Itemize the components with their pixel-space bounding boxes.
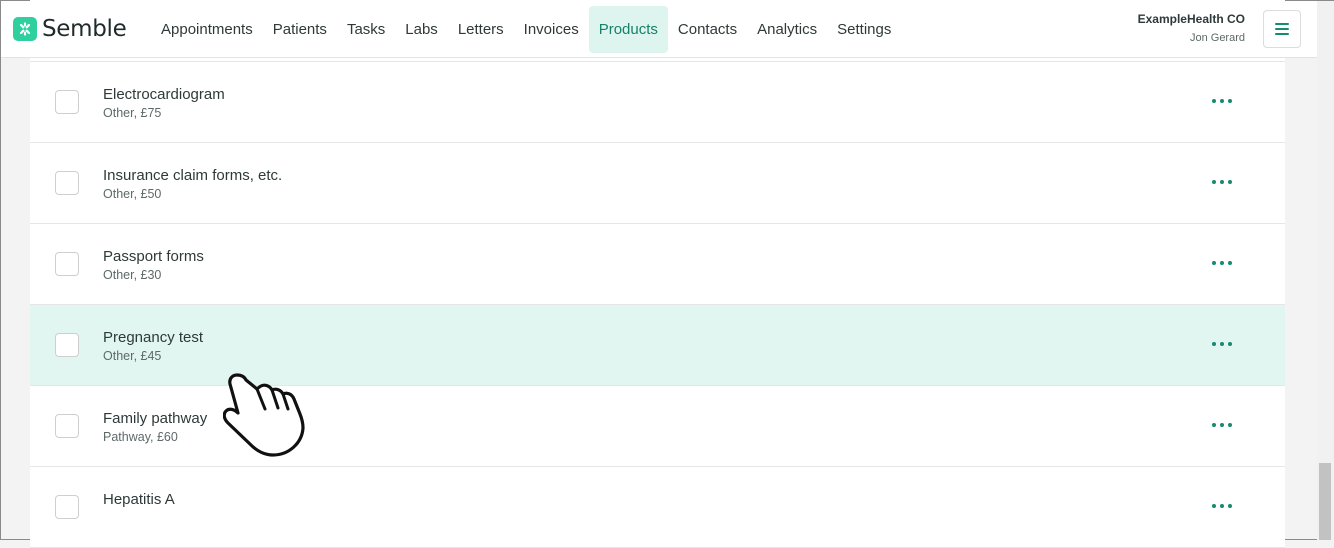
more-horizontal-icon[interactable] <box>1212 417 1232 433</box>
nav-item-contacts[interactable]: Contacts <box>668 6 747 53</box>
product-details: Other, £45 <box>103 349 162 363</box>
nav-item-labs[interactable]: Labs <box>395 6 448 53</box>
nav-item-letters[interactable]: Letters <box>448 6 514 53</box>
more-horizontal-icon[interactable] <box>1212 174 1232 190</box>
semble-logo[interactable]: Semble <box>13 16 127 42</box>
product-row[interactable]: Passport forms Other, £30 <box>30 224 1285 305</box>
nav-item-analytics[interactable]: Analytics <box>747 6 827 53</box>
dot <box>1220 342 1224 346</box>
scrollbar-thumb[interactable] <box>1319 463 1331 540</box>
dot <box>1212 99 1216 103</box>
dot <box>1212 180 1216 184</box>
nav-item-tasks[interactable]: Tasks <box>337 6 395 53</box>
dot <box>1228 504 1232 508</box>
dot <box>1220 180 1224 184</box>
row-checkbox[interactable] <box>55 495 79 519</box>
account-info: ExampleHealth CO Jon Gerard <box>1138 12 1245 44</box>
product-name: Passport forms <box>103 248 204 265</box>
dot <box>1212 423 1216 427</box>
main-nav: Appointments Patients Tasks Labs Letters Invo… <box>151 6 901 53</box>
product-name: Pregnancy test <box>103 329 204 346</box>
product-details: Other, £30 <box>103 268 162 282</box>
hand-pointer-icon <box>222 373 307 464</box>
row-checkbox[interactable] <box>55 252 79 276</box>
product-name: Family pathway <box>103 410 208 427</box>
row-checkbox[interactable] <box>55 414 79 438</box>
hamburger-icon <box>1275 23 1289 35</box>
vertical-scrollbar[interactable] <box>1317 1 1334 540</box>
nav-item-settings[interactable]: Settings <box>827 6 901 53</box>
row-checkbox[interactable] <box>55 333 79 357</box>
row-checkbox[interactable] <box>55 171 79 195</box>
product-row[interactable]: Family pathway Pathway, £60 <box>30 386 1285 467</box>
dot <box>1220 261 1224 265</box>
product-details: Other, £50 <box>103 187 162 201</box>
user-name: Jon Gerard <box>1189 32 1245 44</box>
product-name: Insurance claim forms, etc. <box>103 167 283 184</box>
product-row[interactable]: Insurance claim forms, etc. Other, £50 <box>30 143 1285 224</box>
menu-button[interactable] <box>1263 10 1301 48</box>
nav-item-patients[interactable]: Patients <box>263 6 337 53</box>
semble-logo-icon <box>13 17 37 41</box>
logo-wordmark: Semble <box>42 16 127 42</box>
more-horizontal-icon[interactable] <box>1212 93 1232 109</box>
dot <box>1228 261 1232 265</box>
product-row[interactable]: Hepatitis A <box>30 467 1285 548</box>
nav-item-invoices[interactable]: Invoices <box>514 6 589 53</box>
product-row[interactable]: Electrocardiogram Other, £75 <box>30 62 1285 143</box>
nav-item-products[interactable]: Products <box>588 6 668 53</box>
dot <box>1212 504 1216 508</box>
more-horizontal-icon[interactable] <box>1212 498 1232 514</box>
nav-item-appointments[interactable]: Appointments <box>151 6 263 53</box>
product-details: Other, £75 <box>103 106 162 120</box>
product-row[interactable]: Pregnancy test Other, £45 <box>30 305 1285 386</box>
product-details: Pathway, £60 <box>103 430 178 444</box>
dot <box>1212 342 1216 346</box>
product-name: Electrocardiogram <box>103 86 225 103</box>
dot <box>1212 261 1216 265</box>
product-list: Other, £100ElectrocardiogramOther, £75In… <box>30 0 1285 548</box>
product-name: Hepatitis A <box>103 491 175 508</box>
dot <box>1220 99 1224 103</box>
dot <box>1220 504 1224 508</box>
dot <box>1228 342 1232 346</box>
organisation-name: ExampleHealth CO <box>1137 12 1245 26</box>
more-horizontal-icon[interactable] <box>1212 336 1232 352</box>
dot <box>1228 99 1232 103</box>
dot <box>1228 180 1232 184</box>
top-navigation-bar: Semble Appointments Patients Tasks Labs Lett… <box>1 1 1317 58</box>
more-horizontal-icon[interactable] <box>1212 255 1232 271</box>
dot <box>1220 423 1224 427</box>
row-checkbox[interactable] <box>55 90 79 114</box>
dot <box>1228 423 1232 427</box>
